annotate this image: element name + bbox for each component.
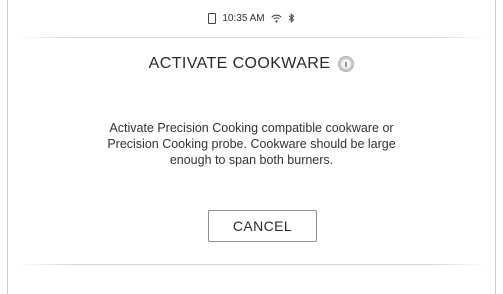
bluetooth-icon — [288, 13, 295, 23]
message-line: Activate Precision Cooking compatible co… — [109, 121, 394, 135]
info-icon[interactable] — [338, 56, 355, 72]
cancel-button[interactable]: CANCEL — [208, 210, 317, 242]
phone-icon — [208, 12, 217, 24]
status-time: 10:35 AM — [222, 12, 265, 24]
message-line: enough to span both burners. — [169, 153, 334, 167]
frame-right-edge — [495, 0, 496, 294]
page-title: ACTIVATE COOKWARE — [148, 55, 331, 72]
cookware-screen: 10:35 AM ACTIVATE COOKWARE Activate Prec… — [0, 0, 503, 294]
instruction-message: Activate Precision Cooking compatible co… — [60, 120, 443, 168]
message-line: Precision Cooking probe. Cookware should… — [107, 137, 396, 151]
dialog-header: ACTIVATE COOKWARE — [0, 52, 503, 76]
status-bar: 10:35 AM — [0, 0, 503, 36]
status-divider — [17, 37, 487, 38]
bottom-divider — [17, 264, 487, 265]
wifi-icon — [271, 14, 282, 23]
frame-left-edge — [7, 0, 8, 294]
